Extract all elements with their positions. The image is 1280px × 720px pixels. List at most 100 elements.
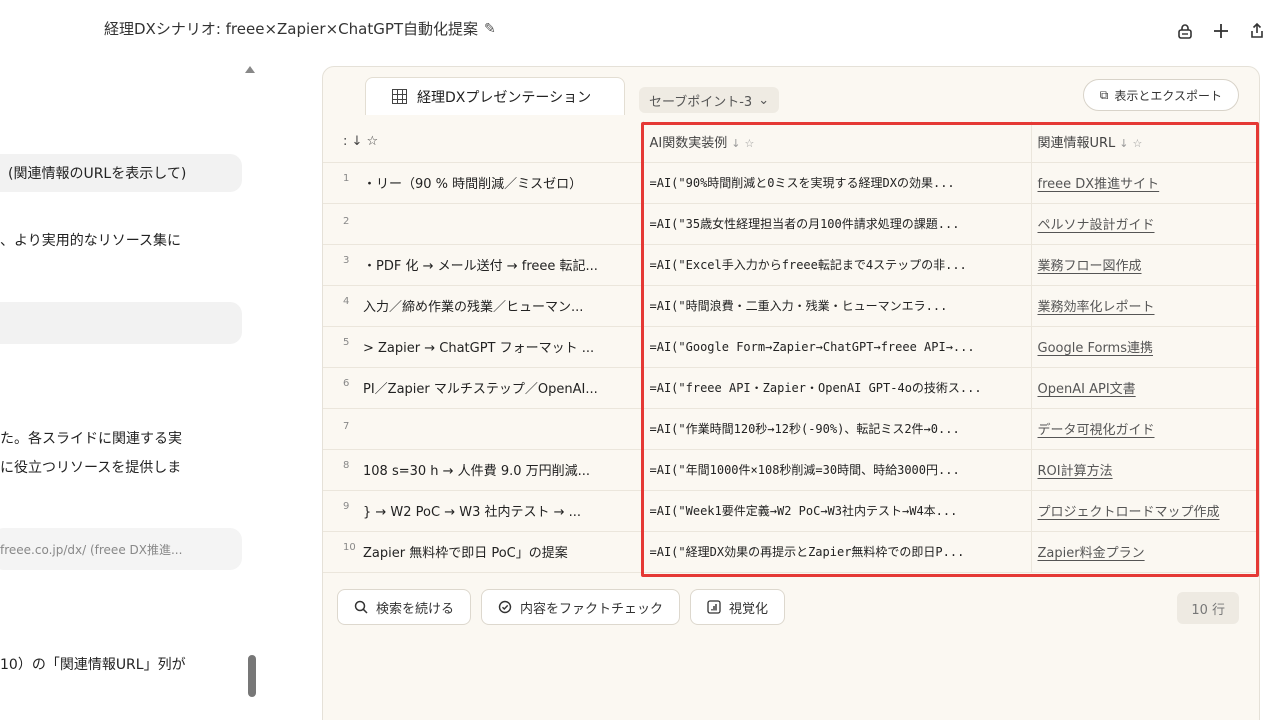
external-link-icon: ⧉ bbox=[1099, 87, 1109, 102]
url-link[interactable]: ROI計算方法 bbox=[1038, 464, 1113, 479]
table-row[interactable]: 6 PI／Zapier マルチステップ／OpenAI... =AI("freee A… bbox=[323, 367, 1259, 409]
table-row[interactable]: 5 > Zapier → ChatGPT フォーマット ... =AI("Googl… bbox=[323, 326, 1259, 368]
table-row[interactable]: 9} → W2 PoC → W3 社内テスト → ... =AI("Week1要件… bbox=[323, 490, 1259, 532]
user-message-text: (関連情報のURLを表示して) bbox=[8, 166, 187, 182]
url-link[interactable]: OpenAI API文書 bbox=[1038, 382, 1136, 397]
table-row[interactable]: 7 =AI("作業時間120秒→12秒(-90%)、転記ミス2件→0... データ可… bbox=[323, 408, 1259, 450]
cell-ai-function[interactable]: =AI("Google Form→Zapier→ChatGPT→freee AP… bbox=[642, 326, 1031, 368]
column-header-ai-function[interactable]: AI関数実装例 ↓ ☆ bbox=[642, 121, 1031, 163]
visualize-label: 視覚化 bbox=[729, 601, 769, 617]
column-header-url[interactable]: 関連情報URL ↓ ☆ bbox=[1030, 121, 1259, 163]
url-link[interactable]: プロジェクトロードマップ作成 bbox=[1038, 505, 1220, 520]
top-actions bbox=[1174, 20, 1268, 42]
view-export-button[interactable]: ⧉ 表示とエクスポート bbox=[1082, 79, 1239, 111]
url-link[interactable]: Zapier料金プラン bbox=[1038, 546, 1145, 561]
source-link-text: freee.co.jp/dx/ (freee DX推進... bbox=[0, 542, 183, 557]
row-number: 7 bbox=[343, 421, 350, 432]
lock-icon[interactable] bbox=[1174, 20, 1196, 42]
cell-title[interactable]: 4 入力／締め作業の残業／ヒューマン... bbox=[323, 285, 643, 327]
table-row[interactable]: 4 入力／締め作業の残業／ヒューマン... =AI("時間浪費・二重入力・残業・ヒュ… bbox=[323, 285, 1259, 327]
cell-ai-function[interactable]: =AI("時間浪費・二重入力・残業・ヒューマンエラ... bbox=[642, 285, 1031, 327]
title-text: 経理DXシナリオ: freee×Zapier×ChatGPT自動化提案 bbox=[104, 20, 479, 38]
row-number: 5 bbox=[343, 337, 350, 348]
column-header-label: : ↓ ☆ bbox=[343, 133, 379, 149]
cell-text: 入力／締め作業の残業／ヒューマン... bbox=[363, 300, 584, 315]
tab-label: 経理DXプレゼンテーション bbox=[417, 89, 592, 106]
cell-url[interactable]: プロジェクトロードマップ作成 bbox=[1030, 490, 1259, 532]
cell-url[interactable]: ROI計算方法 bbox=[1030, 449, 1259, 491]
row-number: 2 bbox=[343, 216, 350, 227]
visualize-button[interactable]: 視覚化 bbox=[690, 589, 786, 625]
cell-url[interactable]: データ可視化ガイド bbox=[1030, 408, 1259, 450]
assistant-text-line: 10）の「関連情報URL」列が bbox=[0, 657, 186, 673]
cell-title[interactable]: 8 108 s=30 h → 人件費 9.0 万円削減... bbox=[323, 449, 643, 491]
table-row[interactable]: 3 ・PDF 化 → メール送付 → freee 転記... =AI("Excel手… bbox=[323, 244, 1259, 286]
cell-url[interactable]: freee DX推進サイト bbox=[1030, 162, 1259, 204]
sort-icon[interactable]: ↓ bbox=[731, 137, 740, 150]
cell-text: Zapier 無料枠で即日 PoC」の提案 bbox=[363, 546, 568, 561]
cell-ai-function[interactable]: =AI("Week1要件定義→W2 PoC→W3社内テスト→W4本... bbox=[642, 490, 1031, 532]
collapsed-block[interactable] bbox=[0, 302, 242, 344]
cell-ai-function[interactable]: =AI("freee API・Zapier・OpenAI GPT-4oの技術ス.… bbox=[642, 367, 1031, 409]
scrollbar-thumb[interactable] bbox=[248, 655, 256, 697]
column-header-title[interactable]: : ↓ ☆ bbox=[323, 121, 643, 163]
cell-url[interactable]: 業務フロー図作成 bbox=[1030, 244, 1259, 286]
cell-ai-function[interactable]: =AI("Excel手入力からfreee転記まで4ステップの非... bbox=[642, 244, 1031, 286]
cell-title[interactable]: 5 > Zapier → ChatGPT フォーマット ... bbox=[323, 326, 643, 368]
cell-ai-function[interactable]: =AI("経理DX効果の再提示とZapier無料枠での即日P... bbox=[642, 531, 1031, 573]
cell-url[interactable]: OpenAI API文書 bbox=[1030, 367, 1259, 409]
export-label: 表示とエクスポート bbox=[1114, 88, 1222, 103]
cell-title[interactable]: 9} → W2 PoC → W3 社内テスト → ... bbox=[323, 490, 643, 532]
savepoint-dropdown[interactable]: セーブポイント-3 ⌄ bbox=[639, 87, 780, 113]
table-row[interactable]: 8 108 s=30 h → 人件費 9.0 万円削減... =AI("年間1000… bbox=[323, 449, 1259, 491]
assistant-text-line: た。各スライドに関連する実 bbox=[0, 431, 182, 447]
continue-search-button[interactable]: 検索を続ける bbox=[337, 589, 472, 625]
cell-title[interactable]: 10 Zapier 無料枠で即日 PoC」の提案 bbox=[323, 531, 643, 573]
pin-icon[interactable]: ☆ bbox=[1133, 137, 1143, 150]
action-bar: 検索を続ける 内容をファクトチェック 視覚化 bbox=[337, 589, 786, 625]
table-grid-icon bbox=[392, 89, 407, 104]
cell-url[interactable]: Zapier料金プラン bbox=[1030, 531, 1259, 573]
url-link[interactable]: データ可視化ガイド bbox=[1038, 423, 1155, 438]
url-link[interactable]: Google Forms連携 bbox=[1038, 341, 1154, 356]
row-number: 10 bbox=[343, 542, 356, 553]
url-link[interactable]: 業務効率化レポート bbox=[1038, 300, 1155, 315]
data-table: : ↓ ☆ AI関数実装例 ↓ ☆ 関連情報URL ↓ ☆ 1 ・リー（90 % 時間削減… bbox=[323, 121, 1259, 573]
table-row[interactable]: 10 Zapier 無料枠で即日 PoC」の提案 =AI("経理DX効果の再提示とZ… bbox=[323, 531, 1259, 573]
scroll-up-arrow-icon[interactable] bbox=[245, 66, 255, 73]
share-icon[interactable] bbox=[1246, 20, 1268, 42]
source-link-chip[interactable]: freee.co.jp/dx/ (freee DX推進... bbox=[0, 528, 242, 570]
url-link[interactable]: ペルソナ設計ガイド bbox=[1038, 218, 1155, 233]
table-row[interactable]: 1 ・リー（90 % 時間削減／ミスゼロ） =AI("90%時間削減と0ミスを実現す… bbox=[323, 162, 1259, 204]
pin-icon[interactable]: ☆ bbox=[744, 137, 754, 150]
cell-title[interactable]: 1 ・リー（90 % 時間削減／ミスゼロ） bbox=[323, 162, 643, 204]
cell-url[interactable]: Google Forms連携 bbox=[1030, 326, 1259, 368]
cell-title[interactable]: 2 bbox=[323, 203, 643, 245]
cell-title[interactable]: 7 bbox=[323, 408, 643, 450]
cell-ai-function[interactable]: =AI("35歳女性経理担当者の月100件請求処理の課題... bbox=[642, 203, 1031, 245]
sort-icon[interactable]: ↓ bbox=[1119, 137, 1128, 150]
chat-panel: (関連情報のURLを表示して) 、より実用的なリソース集に た。各スライドに関連… bbox=[0, 60, 262, 720]
cell-ai-function[interactable]: =AI("90%時間削減と0ミスを実現する経理DXの効果... bbox=[642, 162, 1031, 204]
cell-title[interactable]: 3 ・PDF 化 → メール送付 → freee 転記... bbox=[323, 244, 643, 286]
cell-url[interactable]: ペルソナ設計ガイド bbox=[1030, 203, 1259, 245]
fact-check-button[interactable]: 内容をファクトチェック bbox=[481, 589, 681, 625]
url-link[interactable]: 業務フロー図作成 bbox=[1038, 259, 1142, 274]
cell-ai-function[interactable]: =AI("作業時間120秒→12秒(-90%)、転記ミス2件→0... bbox=[642, 408, 1031, 450]
row-count-badge: 10 行 bbox=[1177, 592, 1239, 624]
cell-text: } → W2 PoC → W3 社内テスト → ... bbox=[363, 505, 582, 520]
bar-chart-icon bbox=[707, 600, 721, 614]
cell-title[interactable]: 6 PI／Zapier マルチステップ／OpenAI... bbox=[323, 367, 643, 409]
cell-ai-function[interactable]: =AI("年間1000件×108秒削減=30時間、時給3000円... bbox=[642, 449, 1031, 491]
continue-search-label: 検索を続ける bbox=[376, 601, 455, 617]
assistant-text-line: に役立つリソースを提供しま bbox=[0, 460, 182, 476]
tab-presentation[interactable]: 経理DXプレゼンテーション bbox=[365, 77, 625, 115]
row-number: 6 bbox=[343, 378, 350, 389]
add-icon[interactable] bbox=[1210, 20, 1232, 42]
cell-text: PI／Zapier マルチステップ／OpenAI... bbox=[363, 382, 598, 397]
table-row[interactable]: 2 =AI("35歳女性経理担当者の月100件請求処理の課題... ペルソナ設計ガイ… bbox=[323, 203, 1259, 245]
cell-url[interactable]: 業務効率化レポート bbox=[1030, 285, 1259, 327]
url-link[interactable]: freee DX推進サイト bbox=[1038, 177, 1160, 192]
edit-icon[interactable]: ✎ bbox=[484, 21, 496, 37]
cell-text: 108 s=30 h → 人件費 9.0 万円削減... bbox=[363, 464, 591, 479]
